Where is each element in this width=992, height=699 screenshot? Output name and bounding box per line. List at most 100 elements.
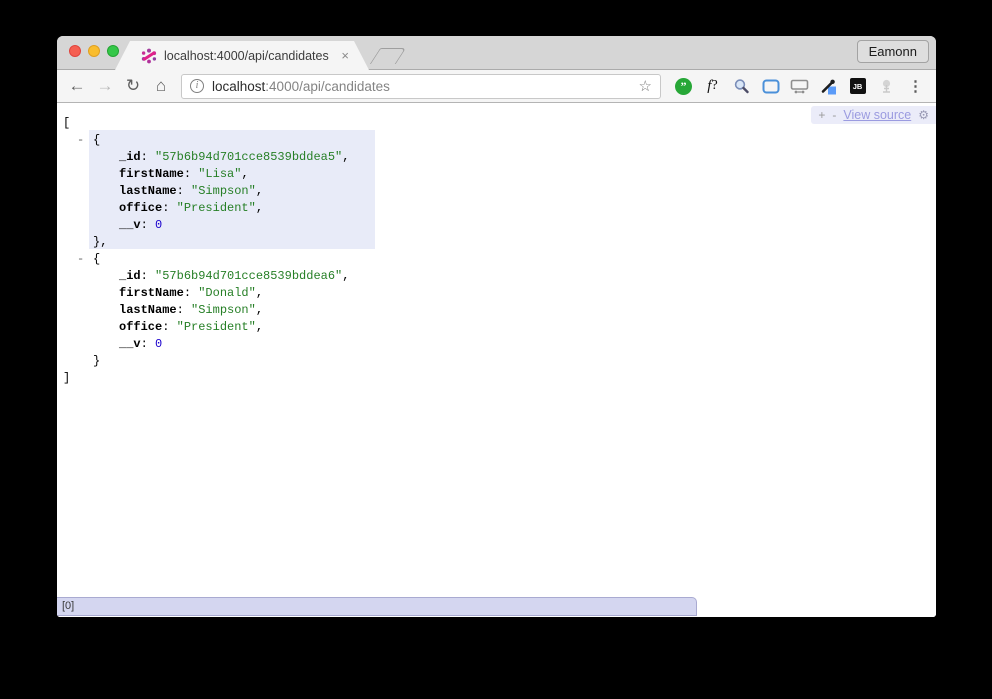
json-value: "Simpson" [191,184,256,198]
json-row: office: "President", [57,319,936,336]
json-separator: : [140,218,156,232]
json-separator: : [176,303,192,317]
reload-icon[interactable]: ↻ [121,74,145,98]
jetbrains-extension-icon[interactable]: JB [845,74,870,98]
home-icon[interactable]: ⌂ [149,74,173,98]
json-row: -{ [57,132,936,149]
json-value: 0 [155,337,163,351]
json-separator: : [140,337,156,351]
json-comma: , [255,286,264,300]
json-key: office [119,320,163,334]
json-key: _id [119,269,141,283]
browser-toolbar: ← → ↻ ⌂ i localhost:4000/api/candidates … [57,70,936,103]
json-separator: : [162,201,177,215]
new-tab-button[interactable] [369,48,407,64]
json-separator: : [140,150,156,164]
zoom-window-button[interactable] [107,45,119,57]
json-separator: : [140,269,156,283]
json-comma: , [255,303,264,317]
json-key: lastName [119,303,177,317]
json-comma: , [255,320,264,334]
url-host: localhost [212,78,266,94]
json-bracket: [ [63,116,71,130]
json-row: firstName: "Donald", [57,285,936,302]
json-key: lastName [119,184,177,198]
json-comma: , [342,150,350,164]
json-row: ] [57,370,936,387]
expand-all-button[interactable]: + [818,109,825,121]
json-row: __v: 0 [57,217,936,234]
responsive-view-extension-icon[interactable] [787,74,812,98]
json-comma: , [342,269,350,283]
collapse-toggle[interactable]: - [77,251,93,268]
address-bar[interactable]: i localhost:4000/api/candidates ☆ [181,73,661,99]
tab-strip: localhost:4000/api/candidates × Eamonn [57,36,936,70]
json-brace: { [93,252,101,266]
json-row: [ [57,115,936,132]
settings-gear-icon[interactable]: ⚙ [918,108,929,122]
page-info-icon[interactable]: i [190,79,204,93]
page-content: + - View source ⚙ [-{_id: "57b6b94d701cc… [57,103,936,617]
json-key: firstName [119,286,184,300]
json-row: lastName: "Simpson", [57,302,936,319]
active-tab[interactable]: localhost:4000/api/candidates × [115,41,369,70]
collapse-all-button[interactable]: - [832,109,836,121]
profile-button[interactable]: Eamonn [856,40,929,63]
json-comma: , [241,167,249,181]
color-picker-extension-icon[interactable] [816,74,841,98]
json-row: } [57,353,936,370]
json-key: _id [119,150,141,164]
json-row: office: "President", [57,200,936,217]
search-lens-extension-icon[interactable] [729,74,754,98]
json-row: _id: "57b6b94d701cce8539bddea6", [57,268,936,285]
close-window-button[interactable] [69,45,81,57]
json-key: office [119,201,163,215]
json-row: _id: "57b6b94d701cce8539bddea5", [57,149,936,166]
traffic-lights [69,45,119,57]
json-value: 0 [155,218,163,232]
json-document: [-{_id: "57b6b94d701cce8539bddea5", first… [57,103,936,617]
back-icon[interactable]: ← [65,74,89,98]
json-brace: } [93,354,101,368]
capture-frame-extension-icon[interactable] [758,74,783,98]
font-inspector-extension-icon[interactable]: f? [700,74,725,98]
json-separator: : [176,184,192,198]
minimize-window-button[interactable] [88,45,100,57]
url-text[interactable]: localhost:4000/api/candidates [212,79,639,94]
json-row: firstName: "Lisa", [57,166,936,183]
browser-menu-icon[interactable]: ⋮ [903,74,928,98]
view-source-link[interactable]: View source [843,108,911,122]
json-bracket: ] [63,371,71,385]
json-path-status: [0] [57,597,697,616]
json-separator: : [162,320,177,334]
json-value: "President" [176,320,256,334]
json-value: "President" [176,201,256,215]
json-separator: : [183,167,199,181]
json-key: firstName [119,167,184,181]
json-value: "57b6b94d701cce8539bddea6" [155,269,343,283]
json-row: -{ [57,251,936,268]
json-value: "57b6b94d701cce8539bddea5" [155,150,343,164]
json-brace: }, [93,235,108,249]
url-path: :4000/api/candidates [265,78,390,94]
json-value: "Simpson" [191,303,256,317]
forward-icon[interactable]: → [93,74,117,98]
collapse-toggle[interactable]: - [77,132,93,149]
disabled-extension-icon[interactable] [874,74,899,98]
json-comma: , [255,201,264,215]
json-row: __v: 0 [57,336,936,353]
json-comma: , [255,184,264,198]
json-viewer-controls: + - View source ⚙ [811,106,936,124]
json-key: __v [119,218,141,232]
json-row: }, [57,234,936,251]
json-separator: : [183,286,199,300]
tab-title: localhost:4000/api/candidates [164,48,329,63]
hangouts-extension-icon[interactable]: ” [671,74,696,98]
json-key: __v [119,337,141,351]
browser-window: localhost:4000/api/candidates × Eamonn ←… [57,36,936,617]
json-row: lastName: "Simpson", [57,183,936,200]
bookmark-star-icon[interactable]: ☆ [639,77,652,95]
json-value: "Lisa" [198,167,242,181]
favicon-api-burst-icon [141,48,157,64]
tab-close-icon[interactable]: × [341,49,349,62]
